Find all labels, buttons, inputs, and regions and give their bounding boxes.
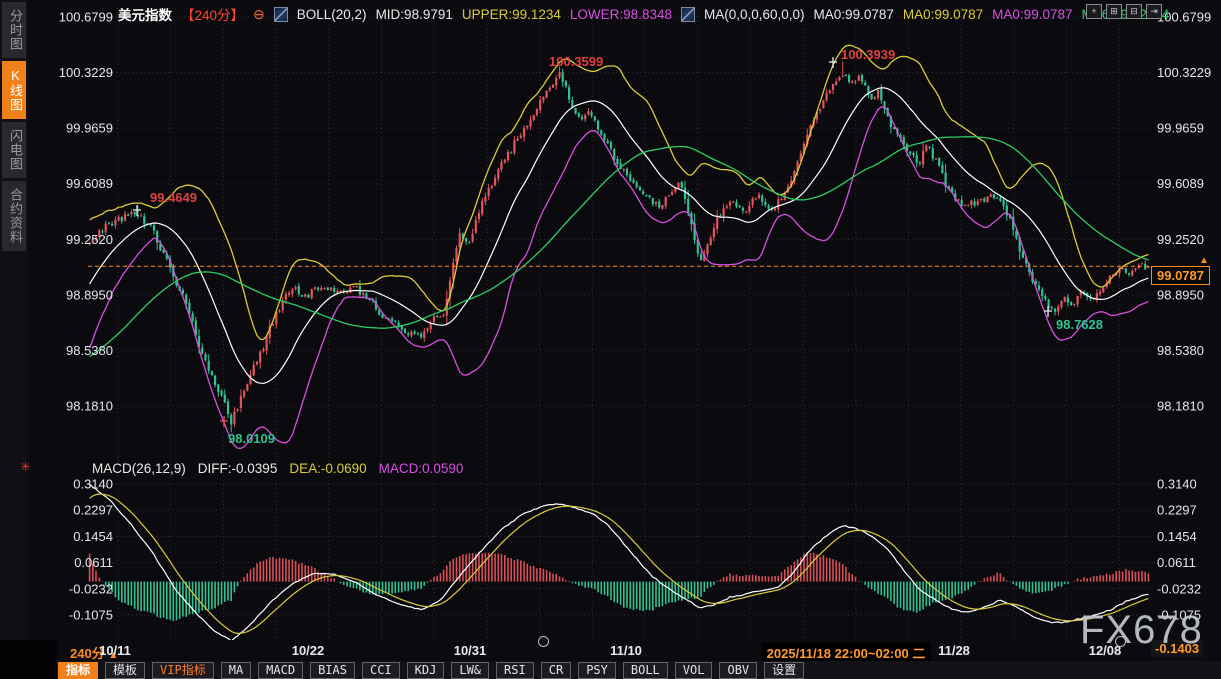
date-label: 11/10 xyxy=(610,643,642,658)
toolbar-button-OBV[interactable]: OBV xyxy=(719,662,757,679)
svg-text:99.6089: 99.6089 xyxy=(66,176,113,191)
sidebar-tab-K线图[interactable]: K线图 xyxy=(2,61,26,119)
toolbar-button-CR[interactable]: CR xyxy=(541,662,571,679)
toolbar-button-指标[interactable]: 指标 xyxy=(58,662,98,679)
toolbar-button-CCI[interactable]: CCI xyxy=(362,662,400,679)
svg-text:99.9659: 99.9659 xyxy=(66,121,113,136)
ma0-magenta-value: MA0:99.0787 xyxy=(992,7,1072,22)
svg-text:-0.0232: -0.0232 xyxy=(69,581,113,596)
toolbar-button-PSY[interactable]: PSY xyxy=(578,662,616,679)
toolbar-button-BIAS[interactable]: BIAS xyxy=(310,662,355,679)
price-annotation: 98.7628 xyxy=(1056,317,1103,332)
ma-chart-icon xyxy=(681,7,695,22)
toolbar-button-RSI[interactable]: RSI xyxy=(496,662,534,679)
svg-text:99.2520: 99.2520 xyxy=(1157,232,1204,247)
splitter-handle-dot[interactable] xyxy=(1115,636,1126,647)
date-axis: 240分 ▲ 10/1110/2210/3111/102025/11/18 22… xyxy=(0,640,1221,661)
splitter-handle-dot[interactable] xyxy=(538,636,549,647)
svg-text:98.8950: 98.8950 xyxy=(1157,287,1204,302)
svg-text:99.2520: 99.2520 xyxy=(66,232,113,247)
ma0-yellow-value: MA0:99.0787 xyxy=(903,7,983,22)
collapse-indicator-icon[interactable]: ⊖ xyxy=(253,6,265,23)
svg-text:0.0611: 0.0611 xyxy=(74,555,113,570)
sidebar: 分时图 K线图闪电图合约资料 xyxy=(0,0,28,640)
footer-corner-block xyxy=(0,640,57,679)
svg-text:99.6089: 99.6089 xyxy=(1157,176,1204,191)
date-label: 10/22 xyxy=(292,643,325,658)
crosshair-date-label: 2025/11/18 22:00~02:00 二 xyxy=(762,643,931,662)
svg-text:0.1454: 0.1454 xyxy=(73,529,113,544)
svg-text:100.3229: 100.3229 xyxy=(1157,65,1211,80)
price-annotation: 98.0109 xyxy=(228,431,275,446)
svg-text:98.1810: 98.1810 xyxy=(66,398,113,413)
trading-app-window: 100.6799100.6799100.3229100.322999.96599… xyxy=(0,0,1221,679)
macd-diff-value: DIFF:-0.0395 xyxy=(198,461,278,476)
boll-upper-value: UPPER:99.1234 xyxy=(462,7,561,22)
svg-text:0.2297: 0.2297 xyxy=(73,503,113,518)
toolbar-button-模板[interactable]: 模板 xyxy=(105,662,145,679)
fx678-watermark: FX678 xyxy=(1080,608,1203,653)
shift-right-icon[interactable]: ⇥ xyxy=(1146,4,1162,19)
toolbar-button-设置[interactable]: 设置 xyxy=(764,662,804,679)
toolbar-button-MACD[interactable]: MACD xyxy=(258,662,303,679)
svg-text:98.8950: 98.8950 xyxy=(66,287,113,302)
svg-text:0.3140: 0.3140 xyxy=(73,477,113,492)
sidebar-tab-分时图[interactable]: 分时图 xyxy=(2,2,26,58)
sidebar-tab-闪电图[interactable]: 闪电图 xyxy=(2,122,26,178)
chart-tool-icons: + ⊞ ⊟ ⇥ xyxy=(1086,4,1162,19)
macd-dea-value: DEA:-0.0690 xyxy=(289,461,366,476)
chart-header: 美元指数 【240分】 ⊖ BOLL(20,2) MID:98.9791 UPP… xyxy=(118,4,1169,24)
boll-chart-icon xyxy=(274,7,288,22)
chart-canvas[interactable]: 100.6799100.6799100.3229100.322999.96599… xyxy=(0,0,1221,679)
toolbar-button-KDJ[interactable]: KDJ xyxy=(407,662,445,679)
macd-macd-value: MACD:0.0590 xyxy=(379,461,464,476)
period-label: 【240分】 xyxy=(181,4,244,24)
sidebar-tab-合约资料[interactable]: 合约资料 xyxy=(2,181,26,251)
svg-text:0.2297: 0.2297 xyxy=(1157,503,1197,518)
svg-text:98.5380: 98.5380 xyxy=(1157,343,1204,358)
boll-mid-value: MID:98.9791 xyxy=(376,7,453,22)
price-annotation: 100.3939 xyxy=(841,47,895,62)
date-label: 10/31 xyxy=(454,643,487,658)
symbol-name: 美元指数 xyxy=(118,4,172,24)
toolbar-button-VIP指标[interactable]: VIP指标 xyxy=(152,662,214,679)
date-label: 11/28 xyxy=(938,643,970,658)
macd-name: MACD(26,12,9) xyxy=(92,461,186,476)
date-label: 10/11 xyxy=(99,643,131,658)
ma-group-label: MA(0,0,0,60,0,0) xyxy=(704,7,805,22)
price-tag-arrow-icon: ▲ xyxy=(1199,255,1209,266)
toolbar-button-MA[interactable]: MA xyxy=(221,662,251,679)
svg-text:0.1454: 0.1454 xyxy=(1157,529,1197,544)
latest-price-tag: 99.0787 xyxy=(1151,266,1210,285)
indicator-toolbar: 指标模板 VIP指标 MA MACD BIAS CCI KDJ LW&RSI CR PSY BOLL… xyxy=(0,661,1221,679)
fit-chart-icon[interactable]: ⊞ xyxy=(1106,4,1122,19)
price-annotation: 99.4649 xyxy=(150,190,197,205)
svg-text:-0.0232: -0.0232 xyxy=(1157,581,1201,596)
scale-chart-icon[interactable]: ⊟ xyxy=(1126,4,1142,19)
svg-text:99.9659: 99.9659 xyxy=(1157,121,1204,136)
move-chart-icon[interactable]: + xyxy=(1086,4,1102,19)
svg-text:98.1810: 98.1810 xyxy=(1157,398,1204,413)
svg-text:-0.1075: -0.1075 xyxy=(69,608,113,623)
toolbar-button-VOL[interactable]: VOL xyxy=(675,662,713,679)
svg-text:98.5380: 98.5380 xyxy=(66,343,113,358)
boll-label: BOLL(20,2) xyxy=(297,7,367,22)
svg-text:100.3229: 100.3229 xyxy=(59,65,113,80)
toolbar-button-LW&[interactable]: LW& xyxy=(451,662,489,679)
boll-lower-value: LOWER:98.8348 xyxy=(570,7,672,22)
toolbar-button-BOLL[interactable]: BOLL xyxy=(623,662,668,679)
price-annotation: 100.3599 xyxy=(549,54,603,69)
indicator-starburst-icon[interactable]: ✳ xyxy=(20,459,31,475)
svg-text:0.0611: 0.0611 xyxy=(1157,555,1196,570)
macd-header: MACD(26,12,9) DIFF:-0.0395 DEA:-0.0690 M… xyxy=(92,461,463,476)
svg-text:0.3140: 0.3140 xyxy=(1157,477,1197,492)
svg-text:100.6799: 100.6799 xyxy=(59,10,113,25)
ma0-white-value: MA0:99.0787 xyxy=(814,7,894,22)
